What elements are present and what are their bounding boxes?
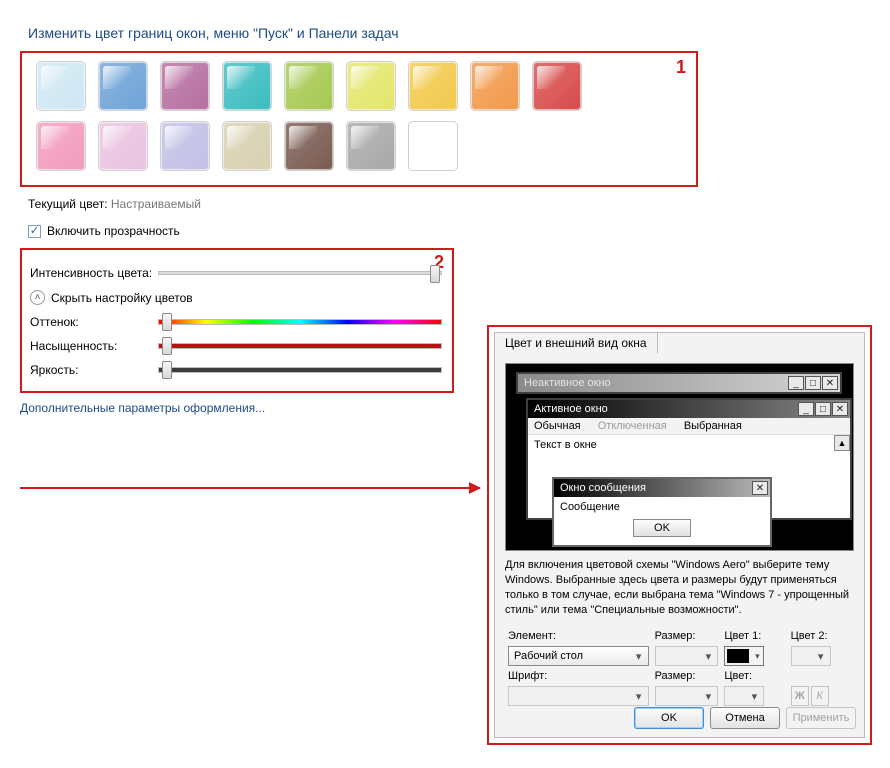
- color1-label: Цвет 1:: [724, 630, 761, 642]
- appearance-dialog: Цвет и внешний вид окна Неактивное окно …: [487, 325, 872, 745]
- ok-button[interactable]: OK: [634, 707, 704, 729]
- current-color-label: Текущий цвет:: [28, 197, 108, 211]
- maximize-icon: □: [815, 402, 831, 416]
- color-controls-panel: 2 Интенсивность цвета: ˄ Скрыть настройк…: [20, 248, 454, 393]
- collapse-label: Скрыть настройку цветов: [51, 291, 193, 305]
- font-color-label: Цвет:: [724, 670, 752, 682]
- color-swatch[interactable]: [98, 61, 148, 111]
- saturation-label: Насыщенность:: [30, 339, 158, 353]
- preview-message-box: Окно сообщения ✕ Сообщение OK: [552, 477, 772, 547]
- annotation-arrow: [20, 487, 480, 489]
- font-size-combo: ▾: [655, 686, 719, 706]
- element-combo[interactable]: Рабочий стол ▾: [508, 646, 649, 666]
- font-label: Шрифт:: [508, 670, 547, 682]
- element-label: Элемент:: [508, 630, 556, 642]
- font-combo: ▾: [508, 686, 649, 706]
- size-label: Размер:: [655, 630, 696, 642]
- annotation-1: 1: [676, 57, 686, 78]
- color-swatch[interactable]: [470, 61, 520, 111]
- transparency-checkbox[interactable]: [28, 225, 41, 238]
- menu-selected: Выбранная: [684, 420, 742, 432]
- dialog-tab[interactable]: Цвет и внешний вид окна: [494, 332, 658, 354]
- intensity-slider[interactable]: [158, 271, 442, 275]
- transparency-label: Включить прозрачность: [47, 224, 180, 238]
- color-swatch[interactable]: [346, 61, 396, 111]
- page-title: Изменить цвет границ окон, меню "Пуск" и…: [0, 0, 890, 49]
- size-combo: ▾: [655, 646, 719, 666]
- saturation-slider[interactable]: [158, 343, 442, 349]
- menu-disabled: Отключенная: [598, 420, 667, 432]
- color2-label: Цвет 2:: [791, 630, 828, 642]
- color-swatch[interactable]: [346, 121, 396, 171]
- close-icon: ✕: [832, 402, 848, 416]
- element-controls: Элемент: Размер: Цвет 1: Цвет 2: Рабочий…: [505, 628, 854, 708]
- minimize-icon: _: [788, 376, 804, 390]
- preview-menubar: Обычная Отключенная Выбранная: [528, 418, 850, 435]
- active-window-title: Активное окно: [534, 403, 608, 415]
- color-swatch[interactable]: [36, 121, 86, 171]
- message-box-text: Сообщение: [560, 501, 620, 513]
- color-swatch[interactable]: [222, 121, 272, 171]
- color-swatch[interactable]: [408, 121, 458, 171]
- advanced-appearance-link[interactable]: Дополнительные параметры оформления...: [20, 401, 265, 415]
- chevron-down-icon: ▾: [632, 650, 646, 663]
- font-color-button: ▾: [724, 686, 764, 706]
- color-swatch[interactable]: [284, 61, 334, 111]
- scroll-up-icon: ▲: [834, 435, 850, 451]
- color-swatch[interactable]: [284, 121, 334, 171]
- color-swatch[interactable]: [98, 121, 148, 171]
- color-swatch-panel: 1: [20, 51, 698, 187]
- current-color-value: Настраиваемый: [111, 197, 201, 211]
- chevron-up-icon[interactable]: ˄: [30, 290, 45, 305]
- intensity-label: Интенсивность цвета:: [30, 266, 158, 280]
- color-swatch[interactable]: [160, 121, 210, 171]
- color1-button[interactable]: ▾: [724, 646, 764, 666]
- brightness-label: Яркость:: [30, 363, 158, 377]
- message-box-title: Окно сообщения: [560, 482, 646, 494]
- hue-label: Оттенок:: [30, 315, 158, 329]
- maximize-icon: □: [805, 376, 821, 390]
- color-swatch[interactable]: [160, 61, 210, 111]
- preview-inactive-window: Неактивное окно _ □ ✕: [516, 372, 842, 394]
- inactive-window-title: Неактивное окно: [524, 377, 611, 389]
- color-swatch[interactable]: [532, 61, 582, 111]
- apply-button[interactable]: Применить: [786, 707, 856, 729]
- message-ok-button: OK: [633, 519, 691, 537]
- window-preview: Неактивное окно _ □ ✕ Активное окно _ □ …: [505, 363, 854, 551]
- color-swatch[interactable]: [408, 61, 458, 111]
- brightness-slider[interactable]: [158, 367, 442, 373]
- cancel-button[interactable]: Отмена: [710, 707, 780, 729]
- preview-active-window: Активное окно _ □ ✕ Обычная Отключенная …: [526, 398, 852, 520]
- color-swatch[interactable]: [222, 61, 272, 111]
- bold-button: Ж: [791, 686, 809, 706]
- preview-body-text: Текст в окне: [534, 439, 597, 451]
- italic-button: К: [811, 686, 829, 706]
- close-icon: ✕: [752, 481, 768, 495]
- minimize-icon: _: [798, 402, 814, 416]
- color2-button: ▾: [791, 646, 831, 666]
- font-size-label: Размер:: [655, 670, 696, 682]
- dialog-hint: Для включения цветовой схемы "Windows Ae…: [505, 558, 854, 617]
- close-icon: ✕: [822, 376, 838, 390]
- menu-normal: Обычная: [534, 420, 581, 432]
- current-color-row: Текущий цвет: Настраиваемый: [28, 197, 890, 211]
- chevron-down-icon: ▾: [751, 647, 763, 665]
- hue-slider[interactable]: [158, 319, 442, 325]
- element-value: Рабочий стол: [514, 650, 583, 662]
- color-swatch[interactable]: [36, 61, 86, 111]
